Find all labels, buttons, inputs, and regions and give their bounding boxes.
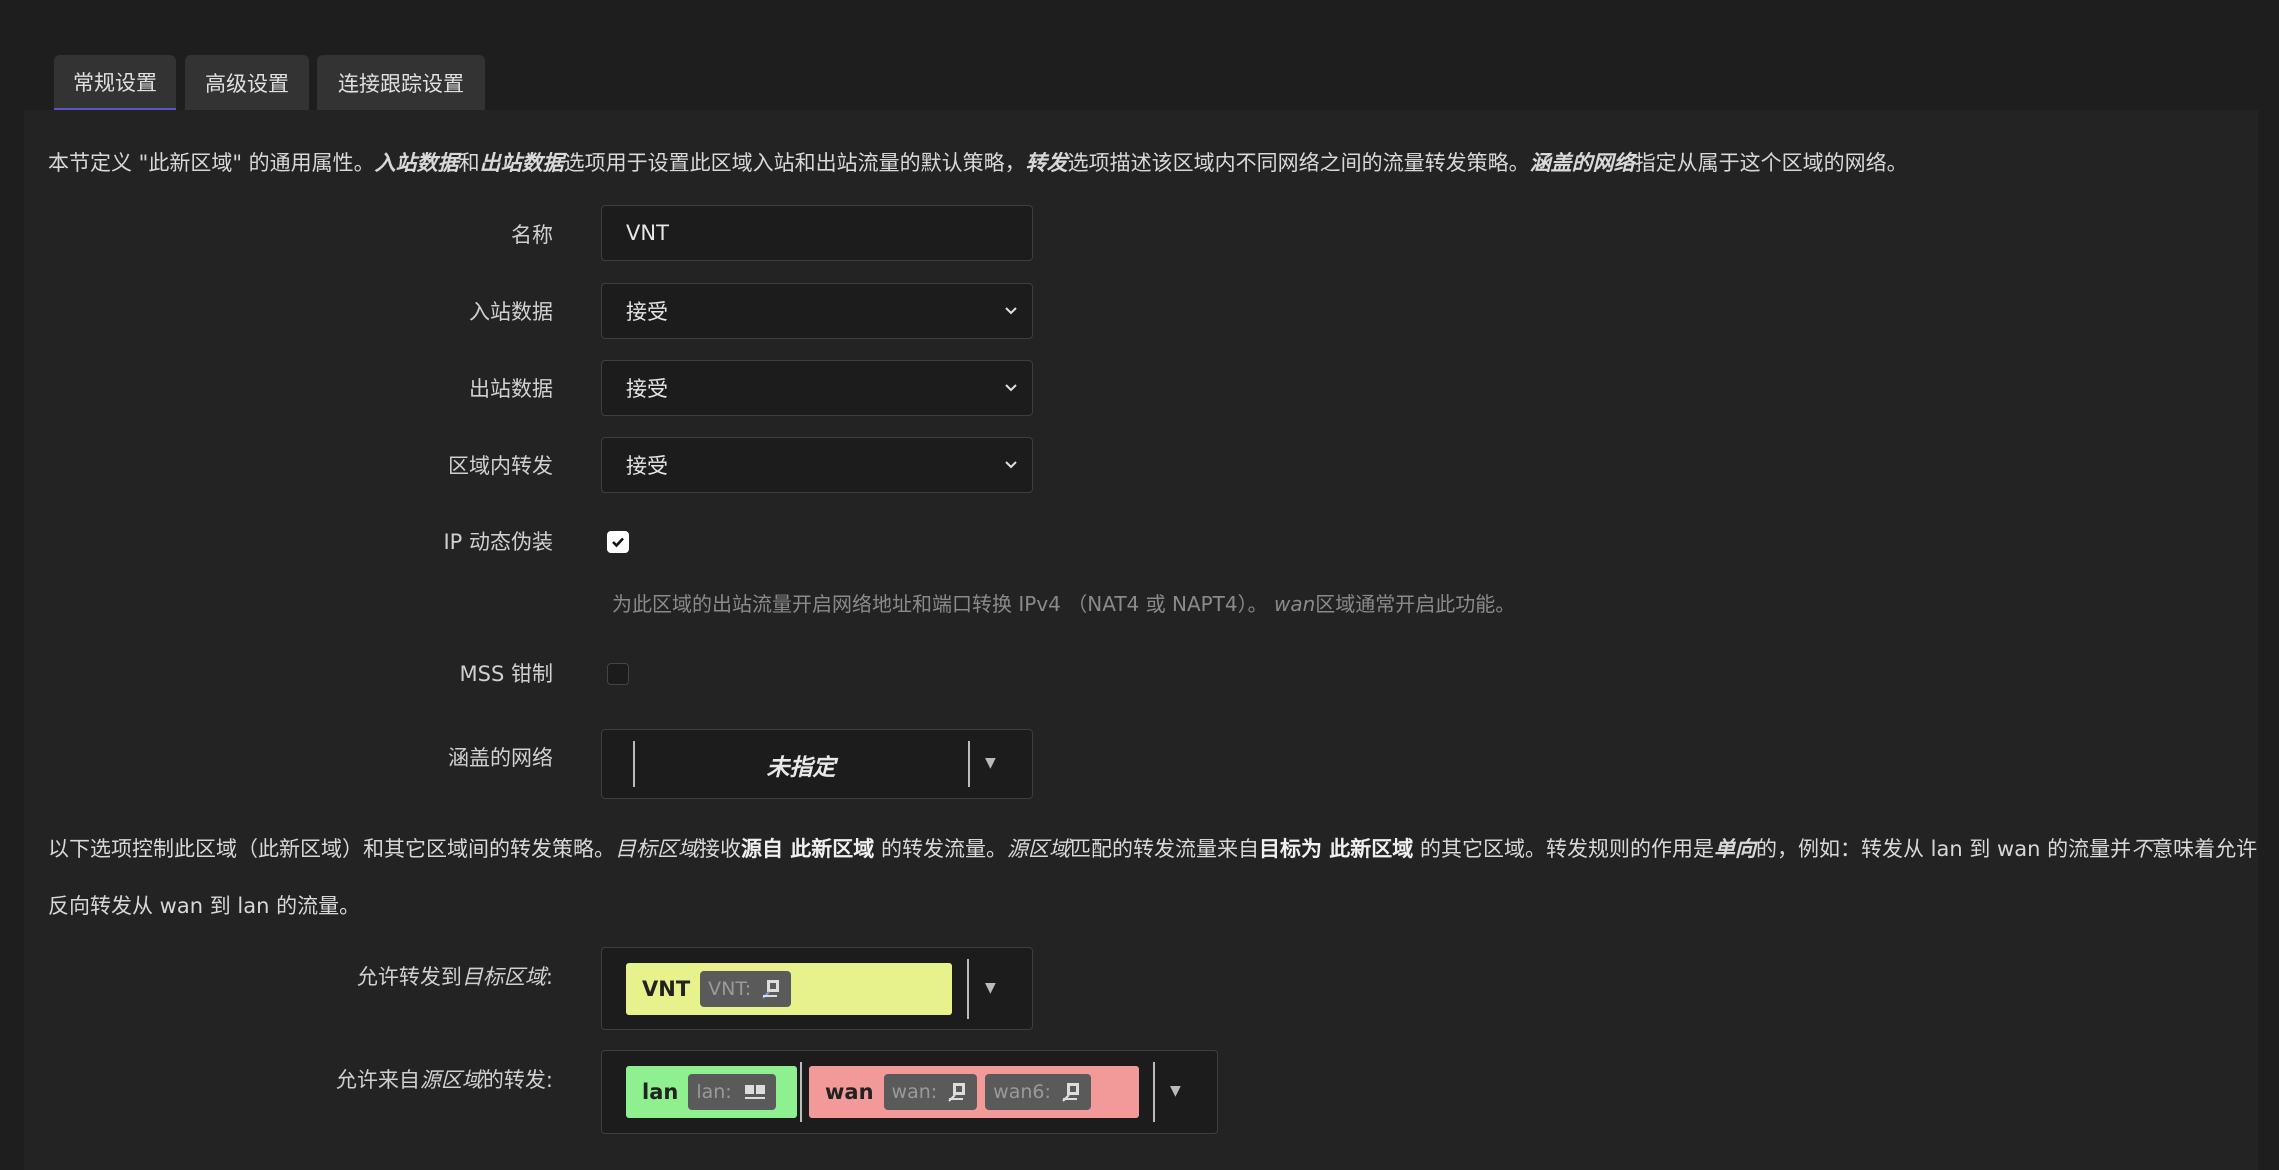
tab-label: 连接跟踪设置: [338, 72, 464, 96]
input-policy-value: 接受: [626, 300, 668, 324]
name-input[interactable]: VNT: [601, 205, 1033, 261]
dropdown-arrow-icon[interactable]: ▼: [985, 980, 996, 996]
name-value: VNT: [626, 221, 669, 245]
forward-policy-value: 接受: [626, 454, 668, 478]
covered-networks-value: 未指定: [766, 755, 836, 781]
divider: [968, 741, 970, 787]
network-interface-icon: [762, 980, 780, 999]
tab-advanced-settings[interactable]: 高级设置: [185, 55, 309, 111]
network-chip: wan6:: [985, 1074, 1091, 1110]
dest-zones-select[interactable]: VNT VNT: ▼: [601, 947, 1033, 1030]
zone-badge-lan: lan lan:: [626, 1066, 797, 1118]
divider: [1153, 1062, 1155, 1122]
masquerading-checkbox[interactable]: [607, 531, 629, 553]
forwarding-description-line2: 反向转发从 wan 到 lan 的流量。: [48, 894, 361, 918]
mss-clamping-checkbox[interactable]: [607, 663, 629, 685]
network-interface-icon: [948, 1083, 966, 1102]
src-zones-label: 允许来自源区域的转发:: [335, 1068, 553, 1092]
zone-badge-wan: wan wan: wan6:: [809, 1066, 1139, 1118]
divider: [967, 959, 969, 1019]
zone-name: lan: [642, 1080, 679, 1104]
tab-label: 高级设置: [205, 72, 289, 96]
mss-clamping-label: MSS 钳制: [459, 662, 553, 686]
dest-zones-label: 允许转发到目标区域:: [356, 965, 553, 989]
network-chip: VNT:: [700, 971, 792, 1007]
forwarding-description: 以下选项控制此区域（此新区域）和其它区域间的转发策略。目标区域接收源自 此新区域…: [48, 837, 2258, 861]
checkmark-icon: [612, 537, 624, 548]
zone-name: wan: [825, 1080, 874, 1104]
forward-policy-select[interactable]: 接受: [601, 437, 1033, 493]
network-chip: lan:: [688, 1074, 776, 1110]
forward-policy-label: 区域内转发: [448, 454, 553, 478]
input-policy-select[interactable]: 接受: [601, 283, 1033, 339]
tab-general-settings[interactable]: 常规设置: [54, 55, 176, 111]
tab-conntrack-settings[interactable]: 连接跟踪设置: [317, 55, 485, 111]
dropdown-arrow-icon[interactable]: ▼: [1170, 1083, 1181, 1099]
divider: [800, 1062, 802, 1122]
covered-networks-select[interactable]: 未指定 ▼: [601, 729, 1033, 799]
name-label: 名称: [511, 223, 553, 247]
masquerading-description: 为此区域的出站流量开启网络地址和端口转换 IPv4 （NAT4 或 NAPT4）…: [612, 592, 1516, 616]
input-policy-label: 入站数据: [469, 300, 553, 324]
settings-panel: [24, 110, 2258, 1170]
output-policy-select[interactable]: 接受: [601, 360, 1033, 416]
output-policy-label: 出站数据: [469, 377, 553, 401]
zone-badge-vnt: VNT VNT:: [626, 963, 952, 1015]
section-description: 本节定义 "此新区域" 的通用属性。入站数据和出站数据选项用于设置此区域入站和出…: [48, 151, 1908, 175]
network-interface-icon: [1062, 1083, 1079, 1102]
chevron-down-icon: [1005, 384, 1017, 392]
network-chip: wan:: [883, 1074, 978, 1110]
covered-networks-label: 涵盖的网络: [448, 746, 553, 770]
masquerading-label: IP 动态伪装: [443, 530, 553, 554]
zone-name: VNT: [642, 977, 691, 1001]
src-zones-select[interactable]: lan lan: wan wan: wan6: ▼: [601, 1050, 1218, 1134]
chevron-down-icon: [1005, 461, 1017, 469]
chevron-down-icon: [1005, 307, 1017, 315]
tab-label: 常规设置: [73, 70, 157, 95]
dropdown-arrow-icon[interactable]: ▼: [985, 755, 996, 771]
network-interface-icon: [744, 1085, 765, 1099]
output-policy-value: 接受: [626, 377, 668, 401]
